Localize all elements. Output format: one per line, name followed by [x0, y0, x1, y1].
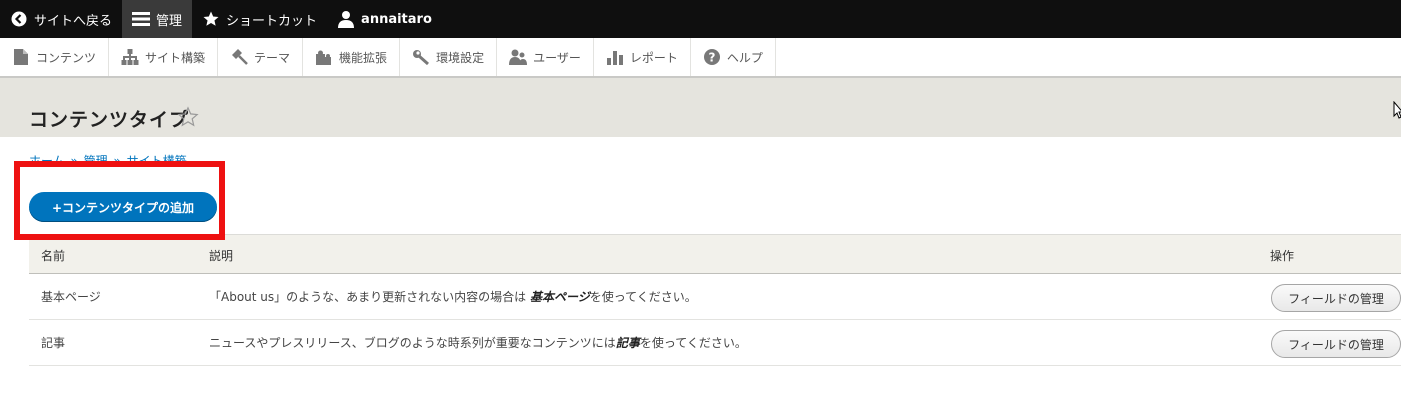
description-emphasis: 基本ページ	[529, 290, 590, 304]
tray-item-structure[interactable]: サイト構築	[109, 38, 219, 76]
tray-item-people[interactable]: ユーザー	[497, 38, 594, 76]
user-icon	[337, 10, 355, 28]
tray-item-content[interactable]: コンテンツ	[0, 38, 110, 76]
table-header: 名前 説明 操作	[29, 234, 1401, 274]
column-header-name: 名前	[41, 249, 66, 263]
table-row: 基本ページ 「About us」のような、あまり更新されない内容の場合は 基本ペ…	[29, 274, 1401, 320]
back-to-site-label: サイトへ戻る	[34, 13, 113, 29]
tray-item-label: サイト構築	[145, 50, 206, 65]
admin-menu-tray: コンテンツ サイト構築 テーマ 機能拡張 環境設定 ユーザー レポート ? ヘル…	[0, 38, 1401, 78]
description-text: を使ってください。	[589, 290, 697, 304]
shortcut-star-icon[interactable]	[177, 106, 199, 128]
shortcuts-label: ショートカット	[226, 13, 318, 29]
tray-item-configuration[interactable]: 環境設定	[400, 38, 498, 76]
content-type-description: ニュースやプレスリリース、ブログのような時系列が重要なコンテンツには記事を使って…	[209, 334, 747, 351]
people-icon	[509, 48, 528, 66]
paintbrush-icon	[230, 48, 248, 66]
table-row: 記事 ニュースやプレスリリース、ブログのような時系列が重要なコンテンツには記事を…	[29, 320, 1401, 366]
highlight-annotation-box	[14, 161, 225, 240]
manage-fields-button[interactable]: フィールドの管理	[1271, 330, 1401, 358]
shortcuts-tab[interactable]: ショートカット	[192, 0, 327, 38]
puzzle-icon	[315, 48, 333, 66]
user-tab[interactable]: annaitaro	[327, 0, 442, 38]
content-type-description: 「About us」のような、あまり更新されない内容の場合は 基本ページを使って…	[209, 288, 697, 305]
sitemap-icon	[121, 48, 139, 66]
wrench-icon	[412, 48, 430, 66]
tray-item-label: レポート	[629, 50, 678, 65]
tray-item-appearance[interactable]: テーマ	[218, 38, 304, 76]
admin-toolbar: サイトへ戻る 管理 ショートカット annaitaro	[0, 0, 1401, 38]
help-icon: ?	[703, 48, 721, 66]
svg-text:?: ?	[708, 51, 715, 65]
tray-item-label: ユーザー	[533, 50, 581, 65]
content-type-name: 基本ページ	[41, 290, 101, 304]
tray-item-label: 環境設定	[436, 50, 485, 65]
manage-fields-button[interactable]: フィールドの管理	[1271, 284, 1401, 312]
back-circle-icon	[10, 10, 28, 28]
page-header	[0, 78, 1401, 137]
content-type-name: 記事	[41, 336, 66, 350]
description-text: を使ってください。	[639, 336, 747, 350]
mouse-cursor-icon	[1393, 101, 1401, 119]
tray-item-label: コンテンツ	[36, 50, 97, 65]
description-text: ニュースやプレスリリース、ブログのような時系列が重要なコンテンツには	[209, 336, 616, 350]
bar-chart-icon	[606, 48, 624, 66]
tray-item-reports[interactable]: レポート	[594, 38, 691, 76]
tray-item-label: 機能拡張	[339, 50, 388, 65]
file-icon	[12, 48, 30, 66]
back-to-site-link[interactable]: サイトへ戻る	[0, 0, 122, 38]
page-title: コンテンツタイプ	[29, 109, 190, 131]
description-text: 「About us」のような、あまり更新されない内容の場合は	[209, 290, 530, 304]
tray-item-help[interactable]: ? ヘルプ	[691, 38, 776, 76]
tray-item-label: ヘルプ	[726, 50, 763, 65]
column-header-operations: 操作	[1270, 249, 1295, 263]
star-filled-icon	[202, 10, 220, 28]
description-emphasis: 記事	[615, 336, 640, 350]
menu-icon	[132, 10, 151, 28]
manage-label: 管理	[156, 13, 183, 29]
content-types-table: 名前 説明 操作 基本ページ 「About us」のような、あまり更新されない内…	[29, 234, 1401, 366]
tray-item-label: テーマ	[254, 50, 291, 65]
column-header-description: 説明	[209, 249, 234, 263]
username-label: annaitaro	[361, 11, 432, 27]
tray-item-extend[interactable]: 機能拡張	[303, 38, 401, 76]
manage-tab[interactable]: 管理	[122, 0, 193, 38]
